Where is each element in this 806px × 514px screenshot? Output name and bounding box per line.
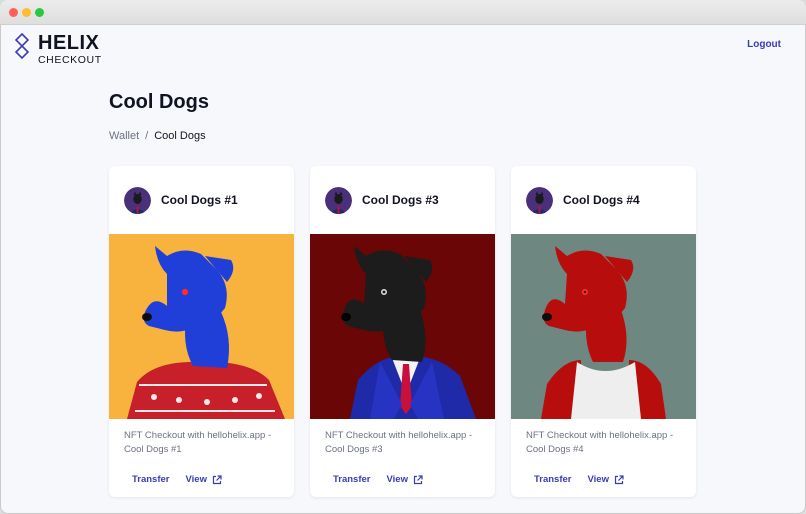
external-link-icon <box>212 474 222 484</box>
nft-card-actions: Transfer View <box>132 474 222 485</box>
nft-card: Cool Dogs #1 NFT Checkout with helloheli… <box>109 166 294 497</box>
breadcrumb: Wallet / Cool Dogs <box>109 130 206 142</box>
view-button-label: View <box>587 474 609 485</box>
nft-card-grid: Cool Dogs #1 NFT Checkout with helloheli… <box>109 166 696 497</box>
nft-description: NFT Checkout with hellohelix.app - Cool … <box>526 430 674 455</box>
collection-avatar <box>325 186 352 214</box>
breadcrumb-separator: / <box>145 130 149 142</box>
maximize-window-button[interactable] <box>35 8 44 17</box>
nft-card-title: Cool Dogs #3 <box>362 193 439 207</box>
logo-title: HELIX <box>38 32 100 54</box>
browser-window: HELIX CHECKOUT Logout Cool Dogs Wallet /… <box>0 0 806 514</box>
nft-card-header: Cool Dogs #3 <box>310 166 495 234</box>
transfer-button[interactable]: Transfer <box>132 474 170 485</box>
transfer-button[interactable]: Transfer <box>534 474 572 485</box>
view-button[interactable]: View <box>186 474 222 485</box>
window-titlebar <box>0 0 806 25</box>
nft-card-header: Cool Dogs #1 <box>109 166 294 234</box>
nft-card: Cool Dogs #3 NFT Checkout with helloheli… <box>310 166 495 497</box>
nft-description: NFT Checkout with hellohelix.app - Cool … <box>325 430 473 455</box>
nft-card-header: Cool Dogs #4 <box>511 166 696 234</box>
external-link-icon <box>614 474 624 484</box>
view-button-label: View <box>386 474 408 485</box>
logout-button[interactable]: Logout <box>747 39 781 50</box>
logo-subtitle: CHECKOUT <box>38 54 102 66</box>
external-link-icon <box>413 474 423 484</box>
nft-card-title: Cool Dogs #1 <box>161 193 238 207</box>
nft-card-actions: Transfer View <box>534 474 624 485</box>
nft-description: NFT Checkout with hellohelix.app - Cool … <box>124 430 272 455</box>
close-window-button[interactable] <box>9 8 18 17</box>
nft-image[interactable] <box>511 234 696 419</box>
nft-card-title: Cool Dogs #4 <box>563 193 640 207</box>
view-button[interactable]: View <box>387 474 423 485</box>
transfer-button[interactable]: Transfer <box>333 474 371 485</box>
nft-card-actions: Transfer View <box>333 474 423 485</box>
minimize-window-button[interactable] <box>22 8 31 17</box>
helix-logo[interactable]: HELIX CHECKOUT <box>14 33 102 66</box>
view-button-label: View <box>185 474 207 485</box>
app-header: HELIX CHECKOUT Logout <box>0 25 806 75</box>
view-button[interactable]: View <box>588 474 624 485</box>
page-title: Cool Dogs <box>109 91 209 113</box>
breadcrumb-current: Cool Dogs <box>154 130 206 142</box>
nft-image[interactable] <box>310 234 495 419</box>
nft-card: Cool Dogs #4 NFT Checkout with helloheli… <box>511 166 696 497</box>
breadcrumb-wallet-link[interactable]: Wallet <box>109 130 139 142</box>
collection-avatar <box>526 186 553 214</box>
helix-logo-icon <box>14 33 30 59</box>
collection-avatar <box>124 186 151 214</box>
nft-image[interactable] <box>109 234 294 419</box>
